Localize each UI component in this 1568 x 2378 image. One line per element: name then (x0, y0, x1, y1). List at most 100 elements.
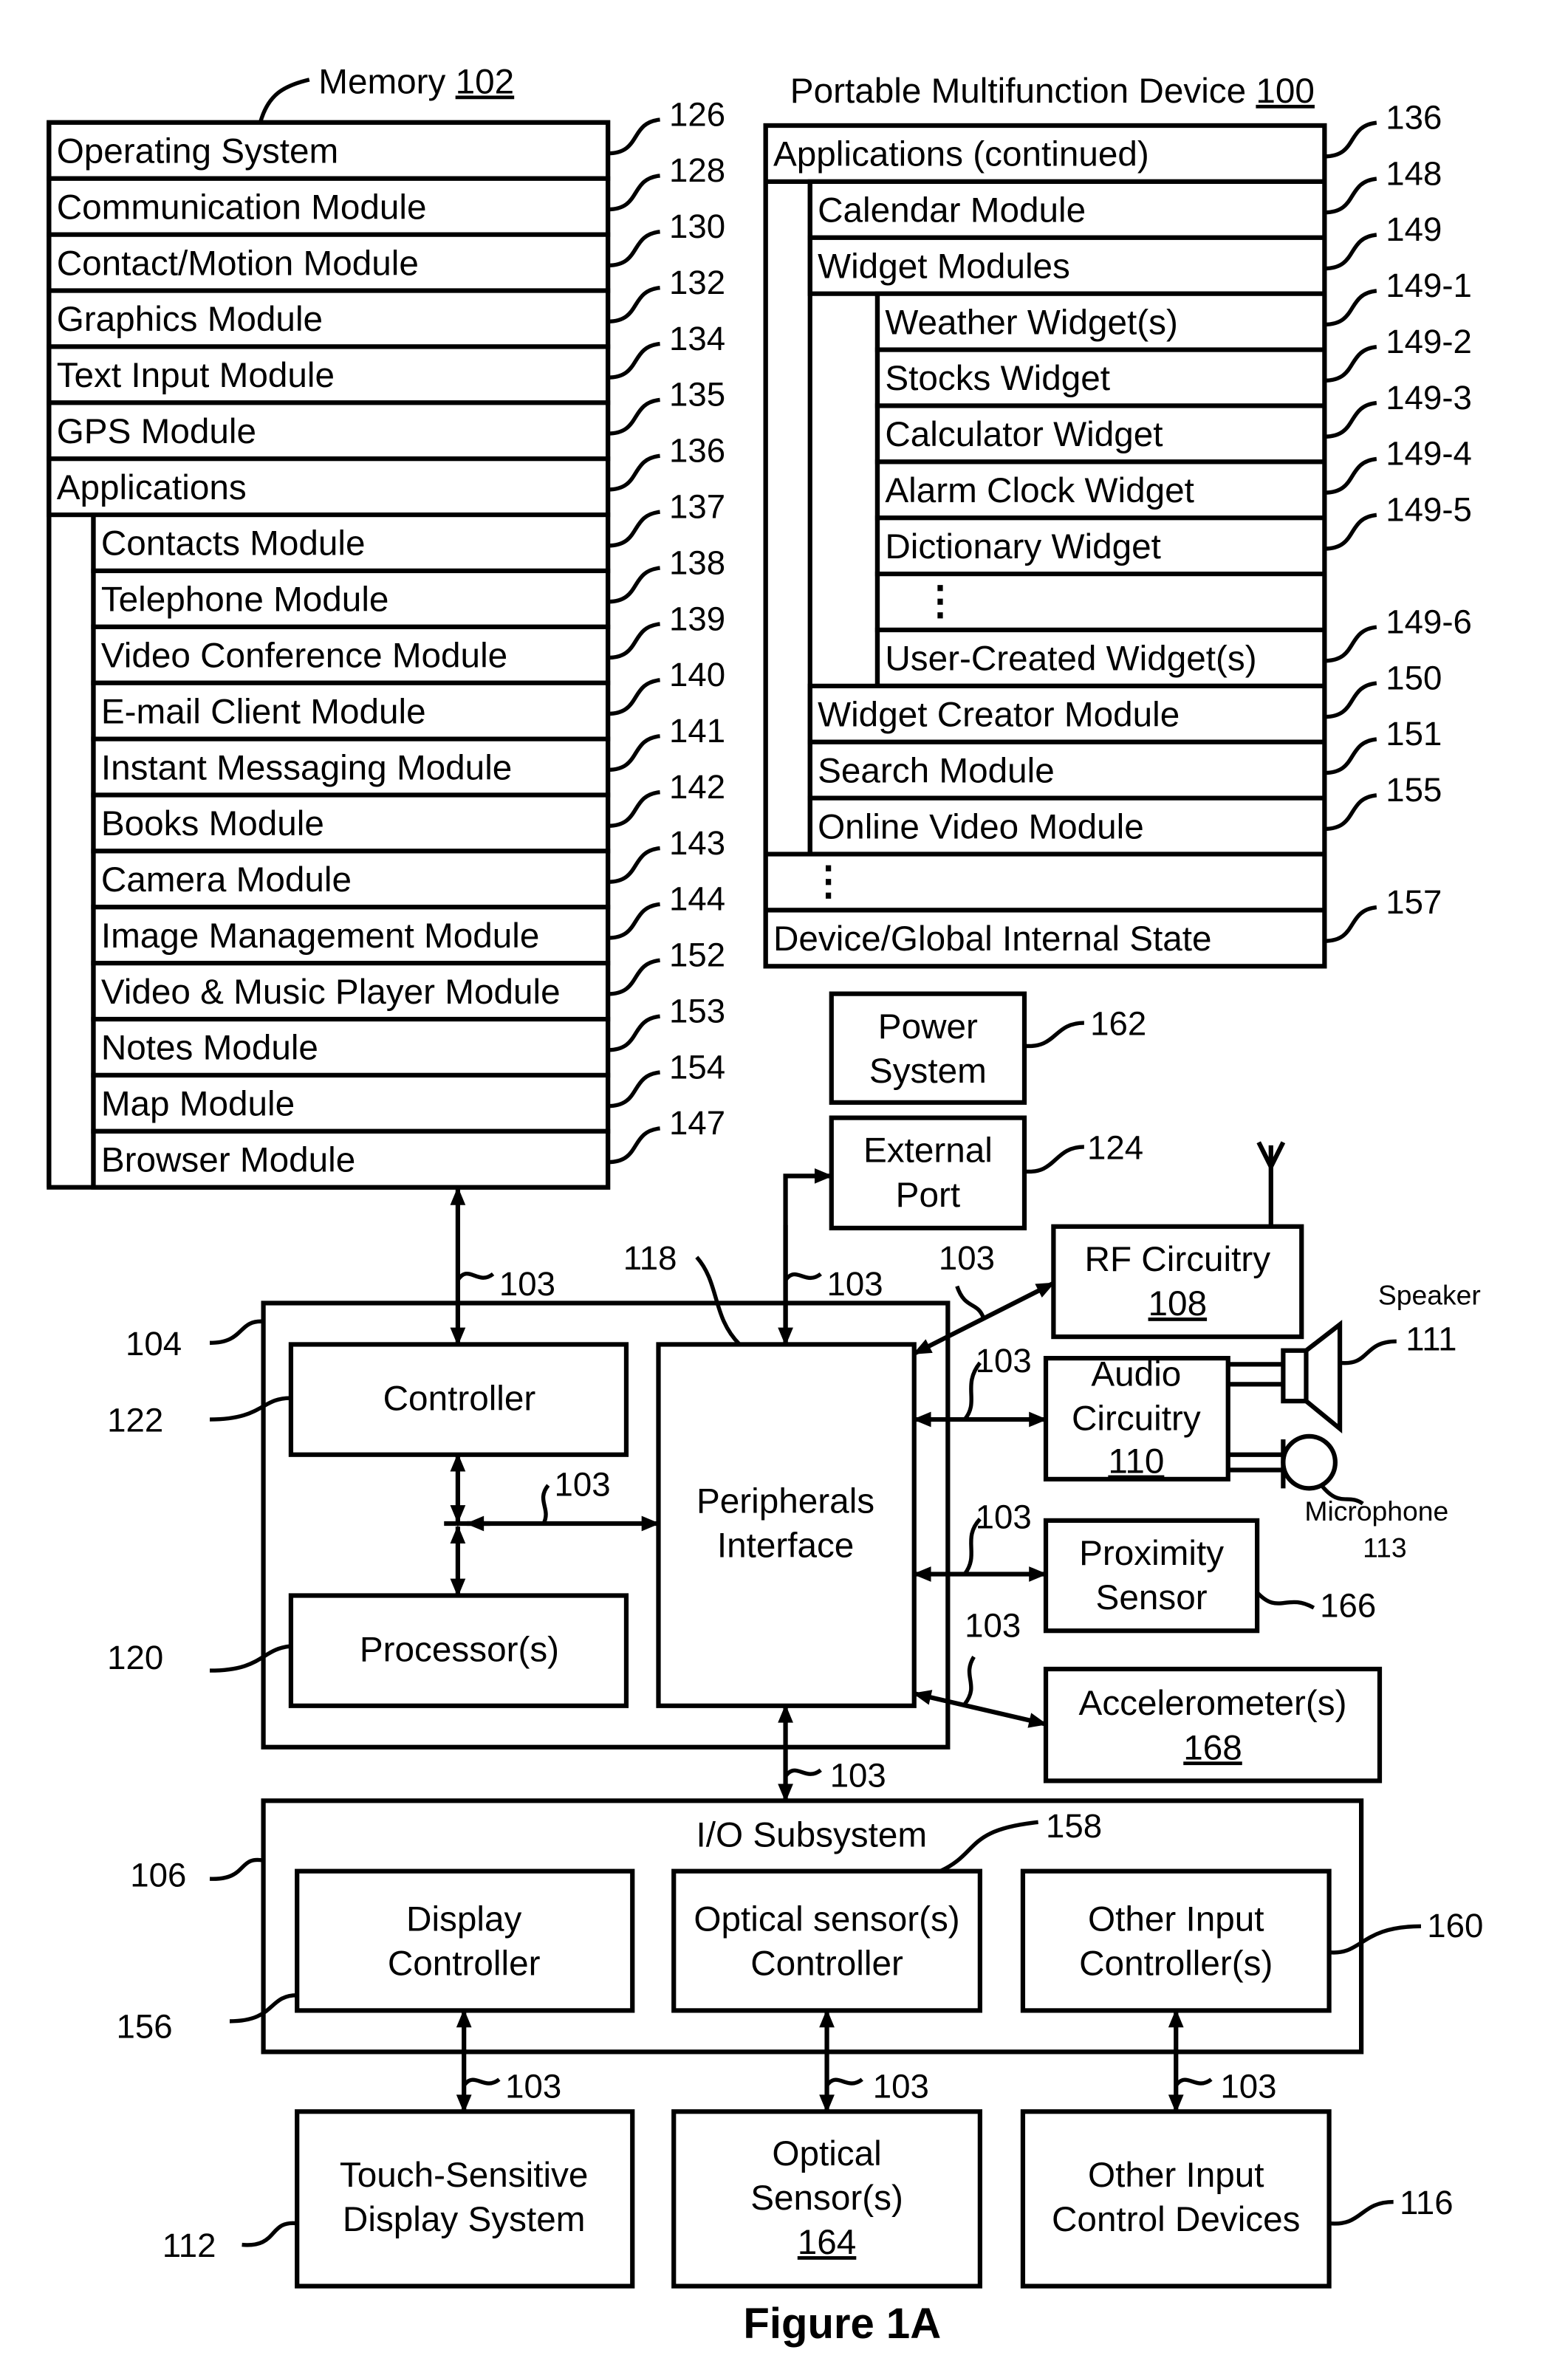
memory-leader-line (607, 510, 660, 548)
speaker-ref: 111 (1406, 1320, 1456, 1358)
other-input-devices-block: Other Input Control Devices 116 (1020, 2109, 1454, 2289)
processor-label: Processor(s) (360, 1631, 559, 1670)
memory-leader-line (607, 902, 660, 940)
optical-sensor-label-2: Sensor(s) (750, 2179, 903, 2218)
memory-leader-line (607, 734, 660, 772)
memory-row-label: Communication Module (57, 188, 427, 227)
memory-row-ref: 136 (669, 432, 725, 470)
device-row-ref: 149 (1386, 210, 1442, 248)
memory-leader-line (607, 678, 660, 716)
memory-row-label: Video & Music Player Module (101, 973, 561, 1012)
memory-leader-line (607, 1126, 660, 1165)
memory-row-label: Map Module (101, 1085, 295, 1124)
memory-row-ref: 154 (669, 1048, 725, 1086)
device-row-ref: 150 (1386, 659, 1442, 696)
chip-block: 104 Controller 122 Processor(s) 120 Peri… (107, 1239, 951, 1750)
device-row-label: Dictionary Widget (885, 527, 1161, 566)
memory-leader-line (607, 958, 660, 996)
other-input-controller-block (1020, 1868, 1332, 2013)
memory-leader-line (607, 566, 660, 604)
device-row-ref: 149-6 (1386, 603, 1472, 640)
bus-ref-external: 103 (827, 1265, 883, 1303)
memory-row-label: Browser Module (101, 1140, 355, 1179)
device-row-ref: 149-2 (1386, 323, 1472, 360)
device-row-ref: 136 (1386, 98, 1442, 136)
device-row-label: User-Created Widget(s) (885, 640, 1256, 679)
memory-stack: Memory 102 Operating System 126 Communicat… (47, 62, 725, 1190)
device-stack: Portable Multifunction Device 100 Applic… (763, 72, 1472, 969)
device-leader-line (1324, 456, 1377, 495)
memory-row-label: Contact/Motion Module (57, 244, 419, 283)
controller-label: Controller (383, 1380, 536, 1419)
proximity-label-1: Proximity (1079, 1534, 1224, 1573)
memory-row-label: Notes Module (101, 1029, 318, 1068)
memory-row-label: Telephone Module (101, 580, 389, 620)
bus-ref-accelerometer: 103 (965, 1606, 1021, 1644)
memory-row-label: Books Module (101, 804, 324, 843)
display-controller-label-1: Display (406, 1900, 521, 1939)
memory-title: Memory 102 (318, 62, 514, 101)
memory-leader-line (607, 1014, 660, 1052)
device-leader-line (1324, 120, 1377, 159)
bus-ref-display: 103 (505, 2068, 561, 2105)
memory-leader-line (607, 117, 660, 156)
memory-row-label: Image Management Module (101, 916, 540, 956)
device-leader-line (1324, 345, 1377, 383)
device-row-label: Search Module (818, 751, 1055, 790)
memory-row-ref: 132 (669, 264, 725, 301)
device-leader-line (1324, 513, 1377, 551)
peripherals-interface-block (656, 1342, 917, 1708)
memory-row-ref: 130 (669, 208, 725, 245)
memory-row-ref: 141 (669, 712, 725, 750)
memory-leader-line (607, 285, 660, 323)
accelerometer-ref: 168 (1183, 1728, 1242, 1767)
device-row-label: Stocks Widget (885, 359, 1110, 398)
microphone-ref: 113 (1363, 1532, 1406, 1563)
memory-leader-line (607, 789, 660, 828)
bus-ref-io: 103 (830, 1757, 886, 1795)
memory-row-ref: 139 (669, 600, 725, 637)
chip-ref: 104 (126, 1325, 182, 1363)
memory-leader-line (607, 1070, 660, 1109)
device-row-ref: 149-4 (1386, 435, 1472, 473)
device-row-label: Online Video Module (818, 807, 1144, 846)
device-row-ref: 149-5 (1386, 491, 1472, 529)
audio-label-1: Audio (1091, 1354, 1181, 1394)
proximity-label-2: Sensor (1096, 1578, 1208, 1617)
memory-row-ref: 134 (669, 320, 725, 357)
device-row (763, 852, 1327, 913)
memory-leader-line (607, 397, 660, 436)
other-input-devices-label-1: Other Input (1088, 2156, 1264, 2195)
power-ref: 162 (1090, 1005, 1146, 1043)
optical-sensor-block: Optical Sensor(s) 164 (671, 2109, 982, 2289)
device-row-label: Widget Creator Module (818, 696, 1180, 735)
memory-row-ref: 153 (669, 992, 725, 1029)
io-ref: 106 (130, 1856, 186, 1894)
memory-row-label: Applications (57, 468, 247, 507)
memory-row-ref: 143 (669, 824, 725, 862)
microphone-label: Microphone (1304, 1495, 1448, 1526)
device-row-ref: 149-1 (1386, 267, 1472, 304)
memory-row-label: Video Conference Module (101, 636, 507, 675)
touch-display-label-2: Display System (343, 2200, 585, 2239)
device-leader-line (1324, 905, 1377, 943)
power-label-2: System (869, 1052, 987, 1091)
processor-ref: 120 (107, 1639, 163, 1676)
block-diagram: Memory 102 Operating System 126 Communicat… (47, 62, 1483, 2348)
bus-ref-rf: 103 (939, 1239, 995, 1277)
device-leader-line (1324, 681, 1377, 719)
display-controller-block (295, 1868, 635, 2013)
display-controller-label-2: Controller (388, 1944, 541, 1984)
optical-sensor-label-1: Optical (772, 2134, 881, 2173)
memory-row-label: GPS Module (57, 412, 256, 451)
device-row-label: Alarm Clock Widget (885, 471, 1194, 510)
memory-row-label: Contacts Module (101, 524, 366, 563)
memory-leader-line (607, 230, 660, 268)
device-row-label: ⋮ (809, 859, 849, 903)
device-row-ref: 151 (1386, 715, 1442, 753)
device-row-label: Device/Global Internal State (773, 919, 1212, 959)
memory-row-label: Instant Messaging Module (101, 748, 512, 787)
device-row-label: Applications (continued) (773, 135, 1149, 174)
bus-ref-proximity: 103 (976, 1498, 1032, 1535)
memory-row-label: Camera Module (101, 860, 352, 900)
